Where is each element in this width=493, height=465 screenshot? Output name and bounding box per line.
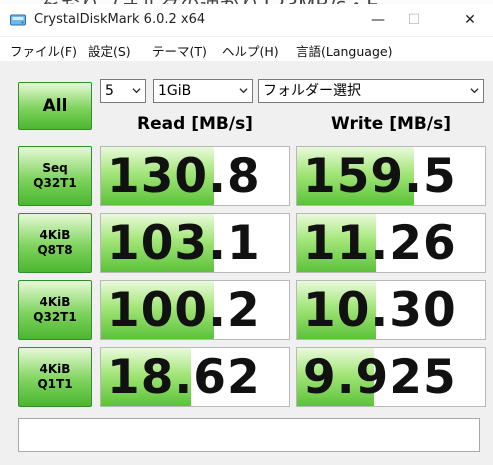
benchmark-panel: All 5 1GiB フォルダー選択 Read [MB/s] Write [MB… — [10, 66, 488, 464]
test-name: 4KiB — [39, 228, 71, 242]
test-seq-q32t1-button[interactable]: Seq Q32T1 — [18, 146, 92, 206]
test-params: Q32T1 — [33, 176, 77, 190]
close-button[interactable]: ✕ — [447, 4, 493, 36]
write-value: 159.5 — [303, 149, 457, 204]
menu-help[interactable]: ヘルプ(H) — [222, 41, 279, 60]
test-name: 4KiB — [39, 295, 71, 309]
count-select[interactable]: 5 — [100, 79, 146, 103]
menu-bar: ファイル(F) 設定(S) テーマ(T) ヘルプ(H) 言語(Language) — [0, 37, 493, 61]
test-name: 4KiB — [39, 362, 71, 376]
test-4k-q8t8-button[interactable]: 4KiB Q8T8 — [18, 213, 92, 273]
read-value: 100.2 — [107, 283, 261, 338]
write-result-cell: 9.925 — [296, 347, 486, 407]
maximize-button[interactable]: ☐ — [391, 4, 437, 36]
menu-file[interactable]: ファイル(F) — [10, 41, 77, 60]
test-params: Q8T8 — [37, 243, 73, 257]
read-result-cell: 18.62 — [100, 347, 290, 407]
write-result-cell: 10.30 — [296, 280, 486, 340]
read-value: 130.8 — [107, 149, 261, 204]
disk-icon — [10, 14, 26, 26]
test-name: Seq — [42, 161, 68, 175]
menu-theme[interactable]: テーマ(T) — [152, 41, 207, 60]
read-value: 103.1 — [107, 216, 261, 271]
comment-field[interactable] — [18, 418, 480, 452]
app-window: CrystalDiskMark 6.0.2 x64 — ☐ ✕ ファイル(F) … — [0, 4, 493, 465]
write-result-cell: 159.5 — [296, 146, 486, 206]
test-params: Q32T1 — [33, 310, 77, 324]
folder-select[interactable]: フォルダー選択 — [258, 79, 484, 103]
write-value: 10.30 — [303, 283, 457, 338]
read-value: 18.62 — [107, 350, 261, 405]
count-value: 5 — [105, 83, 114, 99]
write-result-cell: 11.26 — [296, 213, 486, 273]
chevron-down-icon — [132, 88, 141, 94]
size-value: 1GiB — [158, 83, 192, 99]
size-select[interactable]: 1GiB — [153, 79, 253, 103]
write-value: 11.26 — [303, 216, 457, 271]
menu-settings[interactable]: 設定(S) — [88, 41, 131, 60]
read-result-cell: 103.1 — [100, 213, 290, 273]
window-title: CrystalDiskMark 6.0.2 x64 — [34, 12, 206, 27]
folder-value: フォルダー選択 — [263, 83, 361, 99]
test-4k-q32t1-button[interactable]: 4KiB Q32T1 — [18, 280, 92, 340]
chevron-down-icon — [470, 88, 479, 94]
title-bar: CrystalDiskMark 6.0.2 x64 — ☐ ✕ — [0, 4, 493, 36]
write-value: 9.925 — [303, 350, 457, 405]
test-4k-q1t1-button[interactable]: 4KiB Q1T1 — [18, 347, 92, 407]
read-result-cell: 100.2 — [100, 280, 290, 340]
menu-language[interactable]: 言語(Language) — [296, 41, 392, 60]
test-params: Q1T1 — [37, 377, 73, 391]
read-result-cell: 130.8 — [100, 146, 290, 206]
read-column-header: Read [MB/s] — [137, 114, 253, 134]
run-all-button[interactable]: All — [18, 82, 92, 130]
write-column-header: Write [MB/s] — [331, 114, 451, 134]
chevron-down-icon — [239, 88, 248, 94]
